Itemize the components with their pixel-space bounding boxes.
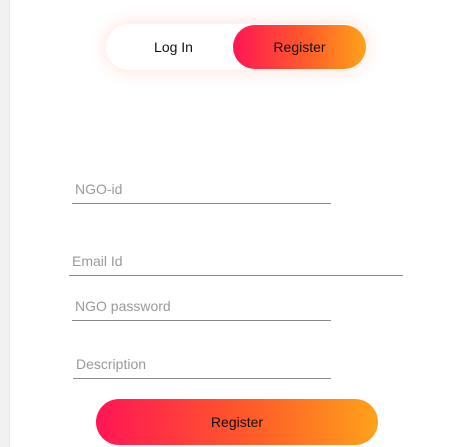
ngo-id-input[interactable] xyxy=(72,181,331,201)
register-tab[interactable]: Register xyxy=(233,25,366,69)
login-tab[interactable]: Log In xyxy=(106,24,233,70)
email-input[interactable] xyxy=(69,253,403,273)
register-page: Log In Register Register xyxy=(0,0,454,447)
auth-toggle: Log In Register xyxy=(106,24,366,70)
description-field-wrapper xyxy=(73,349,331,379)
password-field-wrapper xyxy=(72,291,331,321)
left-panel-border xyxy=(0,0,10,447)
email-field-wrapper xyxy=(69,246,403,276)
ngo-password-input[interactable] xyxy=(72,298,331,318)
description-input[interactable] xyxy=(73,356,331,376)
ngo-id-field-wrapper xyxy=(72,174,331,204)
register-submit-button[interactable]: Register xyxy=(96,399,378,445)
